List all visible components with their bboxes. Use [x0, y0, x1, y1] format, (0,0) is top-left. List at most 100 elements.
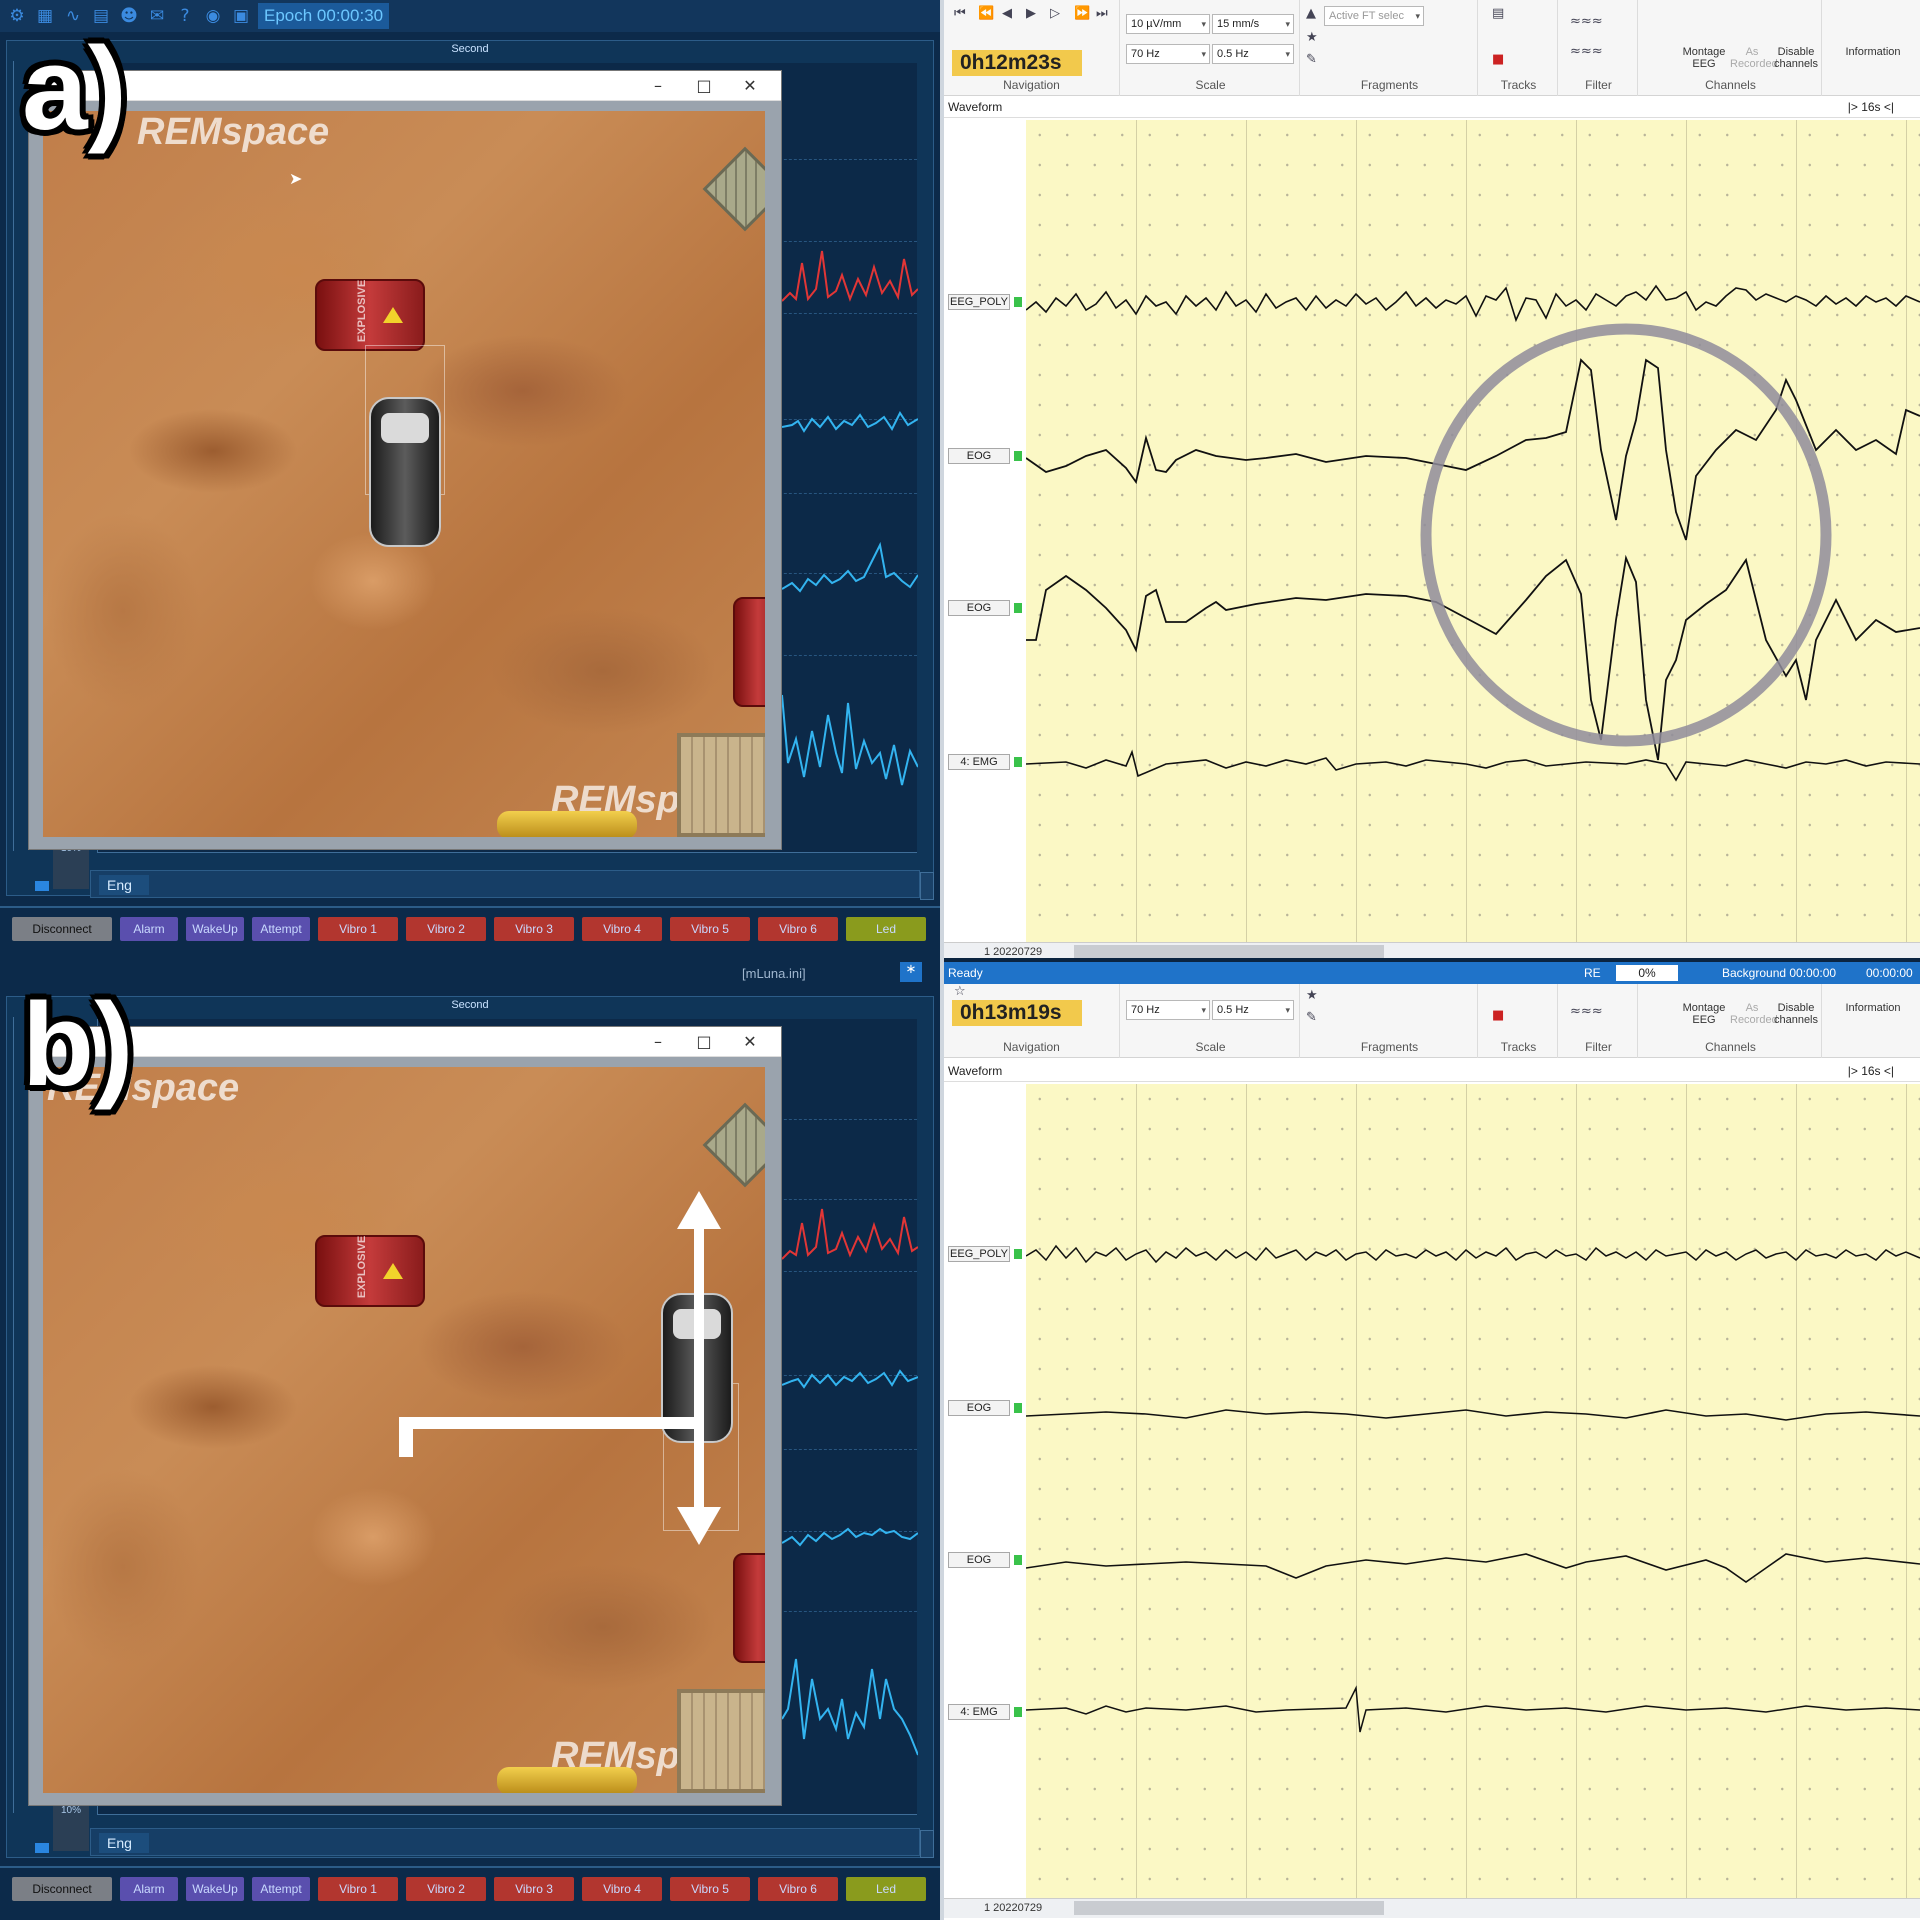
- volume-slider-b[interactable]: [35, 1843, 49, 1853]
- disable-channels-button-b[interactable]: Disable channels: [1770, 1002, 1822, 1026]
- tracks-group: ▤ ■ Tracks: [1480, 0, 1558, 96]
- speed-select[interactable]: 15 mm/s: [1212, 14, 1294, 34]
- play-icon[interactable]: ▶: [1026, 6, 1036, 21]
- high-filter-select-b[interactable]: 70 Hz: [1126, 1000, 1210, 1020]
- wakeup-button[interactable]: WakeUp: [186, 917, 244, 941]
- vibro-2-button[interactable]: Vibro 2: [406, 917, 486, 941]
- vibro-3-button[interactable]: Vibro 3: [494, 1877, 574, 1901]
- prev-icon[interactable]: ◀: [1002, 6, 1012, 21]
- nav-tool-icon[interactable]: ☆: [954, 984, 966, 999]
- game-viewport[interactable]: REMspace REMsp EXPLOSIVE ➤: [43, 111, 765, 837]
- eeg-viewer-b: ☆ 0h13m19s Navigation 70 Hz 0.5 Hz Scale…: [944, 984, 1920, 1920]
- filter-notch-icon[interactable]: ≈≈≈: [1570, 44, 1603, 59]
- vibro-3-button[interactable]: Vibro 3: [494, 917, 574, 941]
- information-button-b[interactable]: Information: [1828, 1002, 1918, 1014]
- game-viewport-b[interactable]: REMspace REMsp EXPLOSIVE: [43, 1067, 765, 1793]
- rewind-icon[interactable]: ⏪: [978, 6, 994, 21]
- attempt-button[interactable]: Attempt: [252, 1877, 310, 1901]
- information-button[interactable]: Information: [1828, 46, 1918, 58]
- fragment-tool-icon[interactable]: ★: [1306, 30, 1318, 45]
- record-label-b[interactable]: 1 20220729: [984, 1902, 1042, 1914]
- close-icon[interactable]: ✕: [735, 1030, 765, 1054]
- as-recorded-button-b[interactable]: As Recorded: [1730, 1002, 1778, 1026]
- as-recorded-button[interactable]: As Recorded: [1730, 46, 1778, 70]
- vibro-4-button[interactable]: Vibro 4: [582, 917, 662, 941]
- explosive-barrel-edge-b: [733, 1553, 765, 1663]
- horizontal-scrollbar-b[interactable]: [1074, 1901, 1384, 1915]
- led-button[interactable]: Led: [846, 917, 926, 941]
- sensitivity-select[interactable]: 10 µV/mm: [1126, 14, 1210, 34]
- wakeup-button[interactable]: WakeUp: [186, 1877, 244, 1901]
- attempt-button[interactable]: Attempt: [252, 917, 310, 941]
- track-color-icon[interactable]: ■: [1492, 52, 1504, 67]
- high-filter-select[interactable]: 70 Hz: [1126, 44, 1210, 64]
- horizontal-marker-line: [399, 1417, 699, 1429]
- alarm-button[interactable]: Alarm: [120, 1877, 178, 1901]
- filter-icon[interactable]: ≈≈≈: [1570, 1004, 1603, 1019]
- channel-label-eog-2[interactable]: EOG: [948, 600, 1010, 616]
- vibro-6-button[interactable]: Vibro 6: [758, 1877, 838, 1901]
- group-label-scale: Scale: [1195, 78, 1226, 92]
- disable-channels-button[interactable]: Disable channels: [1770, 46, 1822, 70]
- vibro-6-button[interactable]: Vibro 6: [758, 917, 838, 941]
- fragment-edit-icon[interactable]: ✎: [1306, 1010, 1317, 1025]
- volume-slider[interactable]: [35, 881, 49, 891]
- alarm-button[interactable]: Alarm: [120, 917, 178, 941]
- fragment-edit-icon[interactable]: ✎: [1306, 52, 1317, 67]
- channel-label-eeg-poly[interactable]: EEG_POLY: [948, 294, 1010, 310]
- maximize-icon[interactable]: □: [689, 1030, 719, 1054]
- channel-label-eeg-poly-b[interactable]: EEG_POLY: [948, 1246, 1010, 1262]
- minimize-icon[interactable]: –: [643, 1030, 673, 1054]
- location-icon[interactable]: ◉: [202, 5, 224, 27]
- montage-eeg-button-b[interactable]: Montage EEG: [1676, 1002, 1732, 1026]
- track-color-icon[interactable]: ■: [1492, 1008, 1504, 1023]
- top-toolbar: ⚙ ▦ ∿ ▤ ☻ ✉ ? ◉ ▣ Epoch 00:00:30: [0, 0, 940, 32]
- epoch-display: Epoch 00:00:30: [258, 3, 390, 29]
- coin-stack: [497, 811, 637, 837]
- help-icon[interactable]: ?: [174, 5, 196, 27]
- maximize-icon[interactable]: □: [689, 74, 719, 98]
- camera-icon[interactable]: ▣: [230, 5, 252, 27]
- fragment-tool-icon[interactable]: ★: [1306, 988, 1318, 1003]
- channel-label-eog-b1[interactable]: EOG: [948, 1400, 1010, 1416]
- record-label[interactable]: 1 20220729: [984, 946, 1042, 958]
- waveform-title-b: Waveform: [948, 1064, 1003, 1078]
- filter-icon[interactable]: ≈≈≈: [1570, 14, 1603, 29]
- next-icon[interactable]: ▷: [1050, 6, 1060, 21]
- vibro-1-button[interactable]: Vibro 1: [318, 917, 398, 941]
- track-add-icon[interactable]: ▤: [1492, 6, 1504, 21]
- first-page-icon[interactable]: ⏮: [954, 6, 966, 21]
- fragment-add-icon[interactable]: ▲: [1306, 6, 1316, 21]
- disconnect-button[interactable]: Disconnect: [12, 1877, 112, 1901]
- horizontal-scrollbar[interactable]: [1074, 945, 1384, 958]
- vibro-1-button[interactable]: Vibro 1: [318, 1877, 398, 1901]
- language-selector-b[interactable]: Eng: [99, 1833, 149, 1853]
- disconnect-button[interactable]: Disconnect: [12, 917, 112, 941]
- montage-eeg-button[interactable]: Montage EEG: [1676, 46, 1732, 70]
- group-label-filter: Filter: [1585, 78, 1612, 92]
- low-filter-select-b[interactable]: 0.5 Hz: [1212, 1000, 1294, 1020]
- channel-label-emg-b[interactable]: 4: EMG: [948, 1704, 1010, 1720]
- last-page-icon[interactable]: ⏭: [1096, 6, 1108, 21]
- scroll-buttons-b[interactable]: [920, 1830, 934, 1858]
- led-button[interactable]: Led: [846, 1877, 926, 1901]
- crate-corner-b: [702, 1102, 765, 1188]
- channel-label-eog-b2[interactable]: EOG: [948, 1552, 1010, 1568]
- explosive-barrel-b: EXPLOSIVE: [315, 1235, 425, 1307]
- trace-emg-b: [1026, 1685, 1920, 1733]
- channel-label-eog-1[interactable]: EOG: [948, 448, 1010, 464]
- scroll-buttons[interactable]: [920, 872, 934, 900]
- language-selector[interactable]: Eng: [99, 875, 149, 895]
- vibro-5-button[interactable]: Vibro 5: [670, 917, 750, 941]
- active-ft-select[interactable]: Active FT selec: [1324, 6, 1424, 26]
- vibro-2-button[interactable]: Vibro 2: [406, 1877, 486, 1901]
- close-icon[interactable]: ✕: [735, 74, 765, 98]
- low-filter-select[interactable]: 0.5 Hz: [1212, 44, 1294, 64]
- channel-label-emg[interactable]: 4: EMG: [948, 754, 1010, 770]
- vibro-5-button[interactable]: Vibro 5: [670, 1877, 750, 1901]
- vibro-4-button[interactable]: Vibro 4: [582, 1877, 662, 1901]
- fast-forward-icon[interactable]: ⏩: [1074, 6, 1090, 21]
- minimize-icon[interactable]: –: [643, 74, 673, 98]
- chat-icon[interactable]: ✉: [146, 5, 168, 27]
- bluetooth-icon[interactable]: ∗: [900, 962, 922, 982]
